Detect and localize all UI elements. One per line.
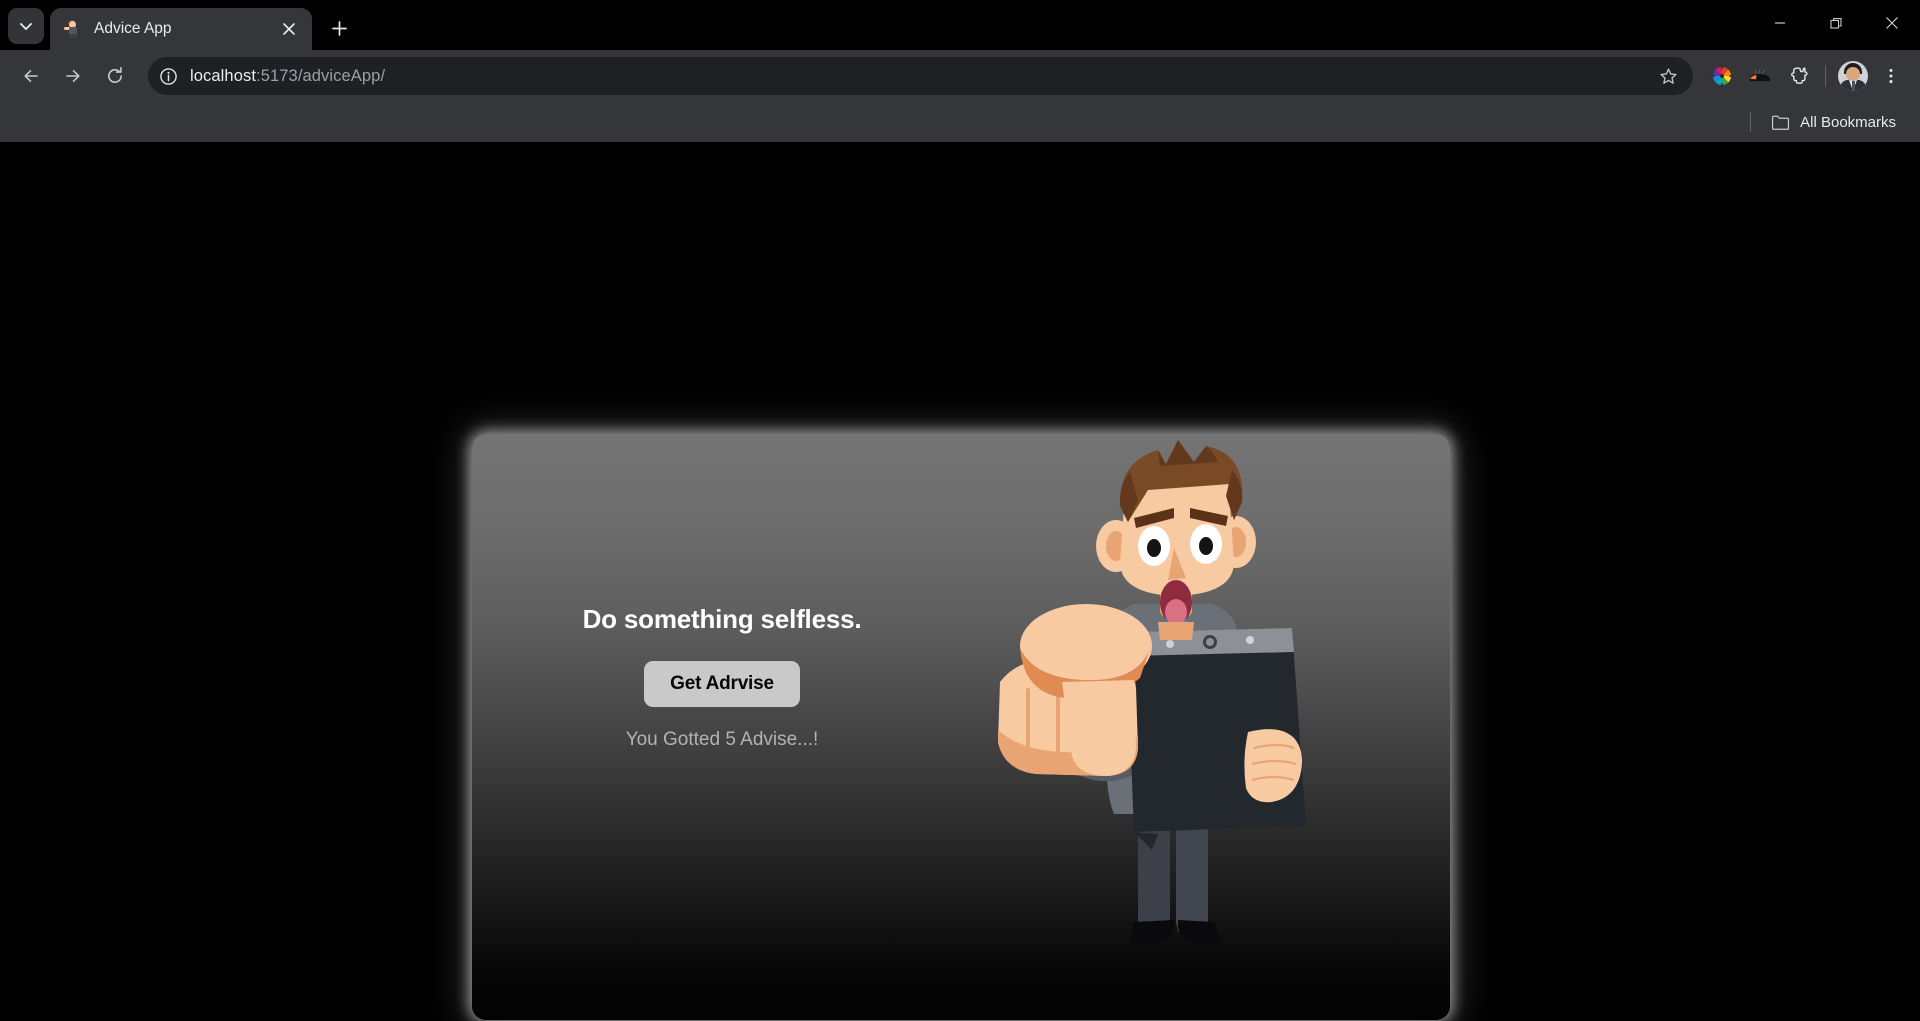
reload-button[interactable] (96, 57, 134, 95)
browser-window: Advice App localhost:5173/adviceApp/ All… (0, 0, 1920, 1021)
all-bookmarks-label: All Bookmarks (1800, 113, 1896, 131)
advice-copy-column: Do something selfless. Get Adrvise You G… (472, 604, 972, 751)
more-vertical-icon (1889, 68, 1893, 84)
window-maximize-button[interactable] (1808, 0, 1864, 46)
arrow-left-icon (24, 70, 38, 82)
right-shoe (1178, 920, 1224, 947)
pointing-man-illustration (962, 436, 1422, 1016)
url-text: localhost:5173/adviceApp/ (190, 67, 1653, 86)
color-wheel-icon (1711, 65, 1733, 87)
head (1096, 440, 1256, 640)
advice-card: Do something selfless. Get Adrvise You G… (472, 434, 1450, 1020)
clip-rivet-left (1166, 640, 1174, 648)
all-bookmarks-button[interactable]: All Bookmarks (1765, 110, 1902, 135)
reload-icon (108, 67, 122, 83)
clip-center-inner (1206, 638, 1214, 646)
close-icon (1886, 17, 1898, 29)
puzzle-piece-icon (1790, 67, 1808, 84)
chrome-menu-button[interactable] (1874, 59, 1908, 93)
close-icon (283, 23, 295, 35)
url-host: localhost (190, 66, 257, 85)
advice-text: Do something selfless. (582, 604, 862, 634)
dark-extension-icon (1749, 68, 1771, 82)
right-pupil (1199, 537, 1213, 555)
plus-icon (331, 20, 347, 36)
profile-avatar[interactable] (1838, 61, 1868, 91)
restore-icon (1829, 17, 1842, 29)
window-close-button[interactable] (1864, 0, 1920, 46)
browser-tab-advice-app[interactable]: Advice App (50, 8, 312, 50)
extensions-button[interactable] (1781, 59, 1815, 93)
url-path: :5173/adviceApp/ (256, 66, 386, 85)
bookmark-star-button[interactable] (1653, 61, 1683, 91)
clipboard-board (1126, 628, 1306, 832)
tab-search-button[interactable] (8, 8, 44, 44)
pointing-man-svg (998, 440, 1306, 948)
chevron-down-icon (20, 23, 32, 30)
advice-counter-text: You Gotted 5 Advise...! (625, 729, 819, 750)
window-controls (1752, 0, 1920, 46)
hair-shadow (1158, 440, 1218, 466)
bookmarks-bar: All Bookmarks (0, 102, 1920, 142)
dark-extension-button[interactable] (1743, 59, 1777, 93)
tab-strip: Advice App (0, 0, 1920, 50)
site-info-button[interactable] (154, 62, 182, 90)
clip-rivet-right (1246, 636, 1254, 644)
back-button[interactable] (12, 57, 50, 95)
forward-button[interactable] (54, 57, 92, 95)
tab-title: Advice App (94, 20, 172, 37)
get-advice-button[interactable]: Get Adrvise (644, 661, 800, 707)
minimize-icon (1775, 22, 1785, 24)
address-bar[interactable]: localhost:5173/adviceApp/ (148, 57, 1693, 95)
window-minimize-button[interactable] (1752, 0, 1808, 46)
left-pupil (1147, 539, 1161, 557)
page-viewport: Do something selfless. Get Adrvise You G… (0, 142, 1920, 1021)
pointing-hand (998, 604, 1152, 776)
arrow-right-icon (66, 70, 80, 82)
advice-app-favicon-icon (64, 20, 82, 38)
chin-shadow (1158, 622, 1194, 640)
folder-icon (1772, 115, 1790, 130)
toolbar-divider (1825, 65, 1826, 87)
color-wheel-extension-button[interactable] (1705, 59, 1739, 93)
browser-toolbar: localhost:5173/adviceApp/ (0, 50, 1920, 102)
tab-close-button[interactable] (276, 16, 302, 42)
info-icon (159, 67, 177, 85)
bookmarks-divider (1750, 112, 1752, 132)
tongue (1165, 599, 1187, 625)
star-icon (1659, 67, 1677, 84)
new-tab-button[interactable] (322, 11, 356, 45)
left-shoe (1128, 920, 1174, 948)
